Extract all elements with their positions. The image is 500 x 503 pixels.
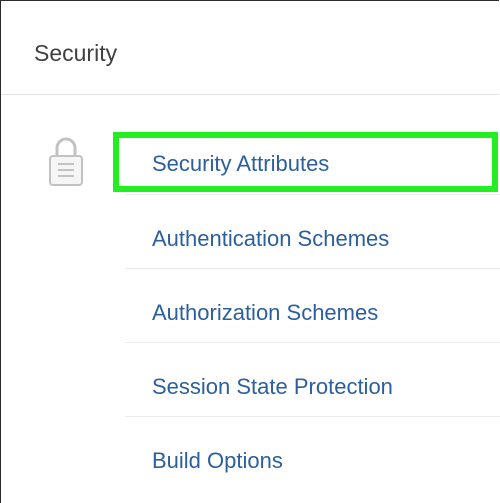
security-nav-list: Security Attributes Authentication Schem…: [125, 121, 500, 491]
nav-item-session-state-protection: Session State Protection: [125, 343, 500, 417]
session-state-protection-link[interactable]: Session State Protection: [152, 373, 393, 401]
nav-item-authorization-schemes: Authorization Schemes: [125, 269, 500, 343]
panel-title: Security: [34, 40, 118, 66]
authorization-schemes-link[interactable]: Authorization Schemes: [152, 299, 378, 327]
panel-header: Security: [1, 1, 499, 95]
nav-item-security-attributes: Security Attributes: [125, 121, 500, 195]
nav-item-authentication-schemes: Authentication Schemes: [125, 195, 500, 269]
security-attributes-link[interactable]: Security Attributes: [152, 150, 329, 178]
build-options-link[interactable]: Build Options: [152, 447, 283, 475]
security-panel: Security Security Attributes Authenticat…: [0, 0, 500, 503]
authentication-schemes-link[interactable]: Authentication Schemes: [152, 225, 389, 253]
nav-item-build-options: Build Options: [125, 417, 500, 491]
lock-icon: [48, 133, 84, 189]
